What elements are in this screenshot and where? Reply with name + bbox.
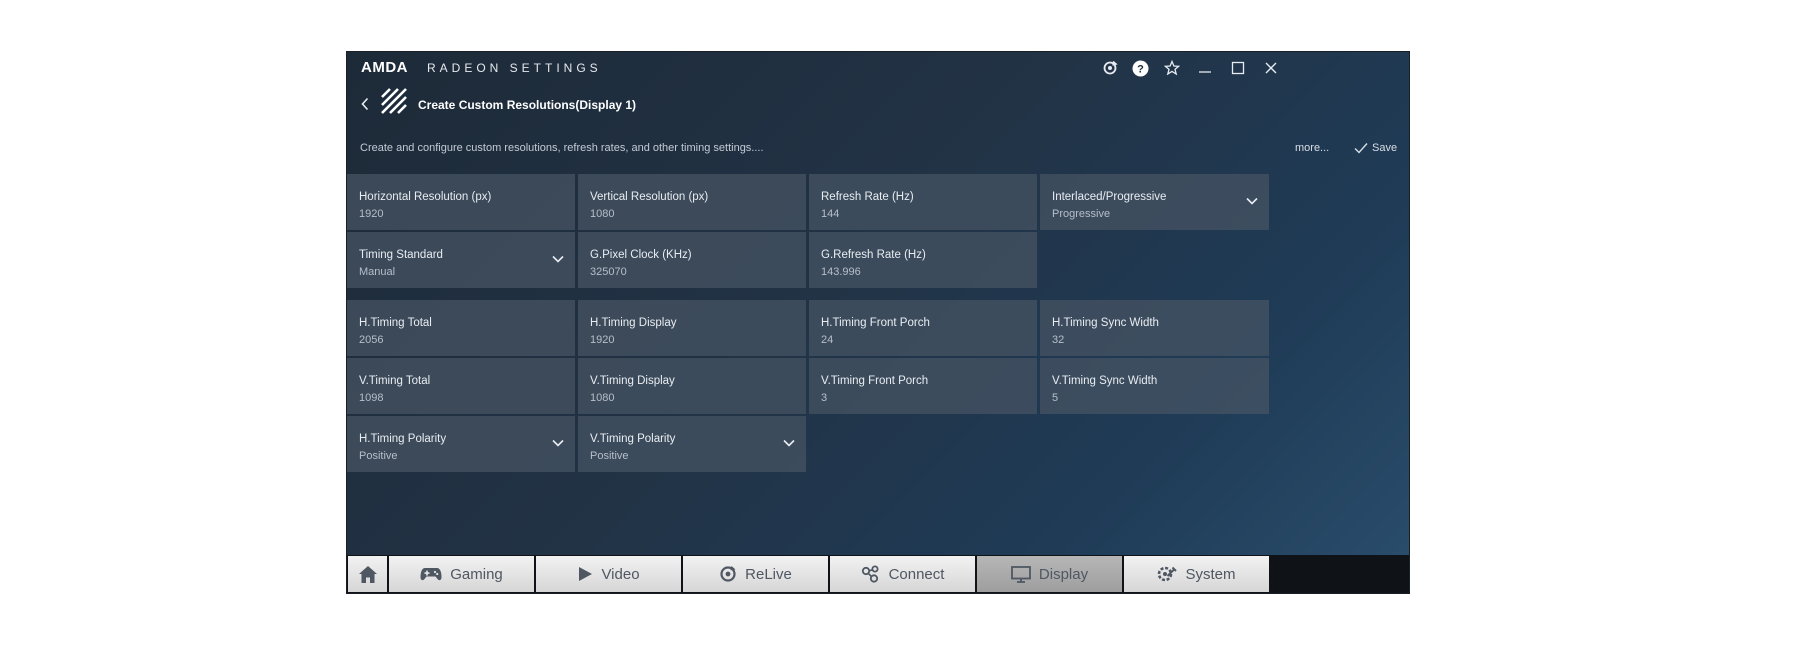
tab-system[interactable]: System	[1124, 556, 1269, 592]
setting-tile[interactable]: H.Timing Front Porch 24	[809, 300, 1037, 356]
setting-value: Positive	[359, 450, 398, 462]
tab-label: Video	[601, 565, 640, 583]
setting-value: Progressive	[1052, 208, 1111, 220]
setting-label: V.Timing Front Porch	[821, 375, 929, 387]
setting-label: V.Timing Polarity	[590, 433, 676, 445]
setting-label: Refresh Rate (Hz)	[821, 191, 914, 203]
chevron-left-icon	[361, 97, 369, 111]
chevron-down-icon	[1246, 197, 1258, 205]
product-name: RADEON SETTINGS	[427, 61, 602, 75]
page-header: Create Custom Resolutions(Display 1)	[347, 84, 1409, 128]
setting-dropdown[interactable]: Interlaced/Progressive Progressive	[1040, 174, 1269, 230]
setting-label: V.Timing Sync Width	[1052, 375, 1158, 387]
setting-label: Interlaced/Progressive	[1052, 191, 1167, 203]
tab-video[interactable]: Video	[536, 556, 681, 592]
setting-label: G.Pixel Clock (KHz)	[590, 249, 692, 261]
tab-gaming[interactable]: Gaming	[389, 556, 534, 592]
setting-value: 1920	[359, 208, 384, 220]
save-button[interactable]: Save	[1354, 138, 1397, 158]
tab-label: Connect	[888, 565, 945, 583]
refresh-icon[interactable]	[1097, 56, 1123, 80]
setting-dropdown[interactable]: Timing Standard Manual	[347, 232, 575, 288]
tab-connect[interactable]: Connect	[830, 556, 975, 592]
amd-logo: AMDA	[361, 59, 408, 76]
setting-value: 5	[1052, 392, 1059, 404]
setting-dropdown[interactable]: H.Timing Polarity Positive	[347, 416, 575, 472]
checkmark-icon	[1354, 143, 1368, 154]
setting-value: 1080	[590, 392, 615, 404]
star-icon[interactable]	[1159, 56, 1185, 80]
tab-label: ReLive	[745, 565, 792, 583]
setting-dropdown[interactable]: V.Timing Polarity Positive	[578, 416, 806, 472]
gamepad-icon	[420, 568, 442, 581]
home-icon	[358, 565, 377, 583]
tab-display[interactable]: Display	[977, 556, 1122, 592]
tab-home[interactable]	[348, 556, 387, 592]
setting-tile[interactable]: H.Timing Display 1920	[578, 300, 806, 356]
setting-tile[interactable]: H.Timing Total 2056	[347, 300, 575, 356]
setting-label: H.Timing Front Porch	[821, 317, 930, 329]
save-label: Save	[1372, 142, 1398, 154]
setting-tile[interactable]: Refresh Rate (Hz) 144	[809, 174, 1037, 230]
setting-value: 2056	[359, 334, 384, 346]
setting-label: H.Timing Polarity	[359, 433, 447, 445]
tab-relive[interactable]: ReLive	[683, 556, 828, 592]
maximize-icon[interactable]	[1225, 56, 1251, 80]
setting-label: H.Timing Sync Width	[1052, 317, 1159, 329]
chevron-down-icon	[552, 255, 564, 263]
display-stripes-icon	[380, 87, 408, 115]
tab-label: System	[1185, 565, 1236, 583]
bottom-nav: Gaming Video ReLive Connect Display Syst…	[347, 555, 1409, 593]
setting-label: H.Timing Display	[590, 317, 677, 329]
setting-label: G.Refresh Rate (Hz)	[821, 249, 926, 261]
close-icon[interactable]	[1258, 56, 1284, 80]
setting-label: V.Timing Display	[590, 375, 675, 387]
back-button[interactable]	[355, 90, 375, 118]
setting-tile[interactable]: V.Timing Total 1098	[347, 358, 575, 414]
setting-value: Manual	[359, 266, 396, 278]
setting-value: 1920	[590, 334, 615, 346]
setting-value: 1098	[359, 392, 384, 404]
setting-value: 24	[821, 334, 834, 346]
title-bar: AMDA RADEON SETTINGS ?	[347, 52, 1409, 84]
setting-label: H.Timing Total	[359, 317, 432, 329]
chevron-down-icon	[783, 439, 795, 447]
more-link[interactable]: more...	[1295, 142, 1329, 154]
tab-label: Gaming	[450, 565, 503, 583]
setting-tile[interactable]: V.Timing Display 1080	[578, 358, 806, 414]
relive-icon	[720, 566, 736, 582]
setting-tile[interactable]: V.Timing Front Porch 3	[809, 358, 1037, 414]
setting-value: 143.996	[821, 266, 861, 278]
setting-tile[interactable]: Horizontal Resolution (px) 1920	[347, 174, 575, 230]
chevron-down-icon	[552, 439, 564, 447]
play-icon	[579, 567, 593, 581]
minimize-icon[interactable]	[1192, 56, 1218, 80]
tab-label: Display	[1038, 565, 1089, 583]
setting-value: 144	[821, 208, 840, 220]
setting-value: 32	[1052, 334, 1065, 346]
system-icon	[1158, 566, 1178, 582]
setting-value: 325070	[590, 266, 627, 278]
connect-icon	[861, 565, 879, 583]
setting-label: Vertical Resolution (px)	[590, 191, 709, 203]
page-description: Create and configure custom resolutions,…	[360, 142, 764, 154]
setting-label: V.Timing Total	[359, 375, 431, 387]
svg-text:?: ?	[1137, 63, 1144, 75]
setting-value: 1080	[590, 208, 615, 220]
setting-value: Positive	[590, 450, 629, 462]
setting-tile[interactable]: Vertical Resolution (px) 1080	[578, 174, 806, 230]
help-icon[interactable]: ?	[1127, 56, 1153, 80]
setting-label: Horizontal Resolution (px)	[359, 191, 492, 203]
setting-label: Timing Standard	[359, 249, 443, 261]
setting-tile[interactable]: G.Pixel Clock (KHz) 325070	[578, 232, 806, 288]
page-title: Create Custom Resolutions(Display 1)	[418, 98, 637, 112]
radeon-settings-window: AMDA RADEON SETTINGS ? Create Custom Res…	[346, 51, 1410, 594]
setting-tile[interactable]: V.Timing Sync Width 5	[1040, 358, 1269, 414]
setting-value: 3	[821, 392, 828, 404]
display-icon	[1011, 565, 1031, 583]
setting-tile[interactable]: H.Timing Sync Width 32	[1040, 300, 1269, 356]
setting-tile[interactable]: G.Refresh Rate (Hz) 143.996	[809, 232, 1037, 288]
